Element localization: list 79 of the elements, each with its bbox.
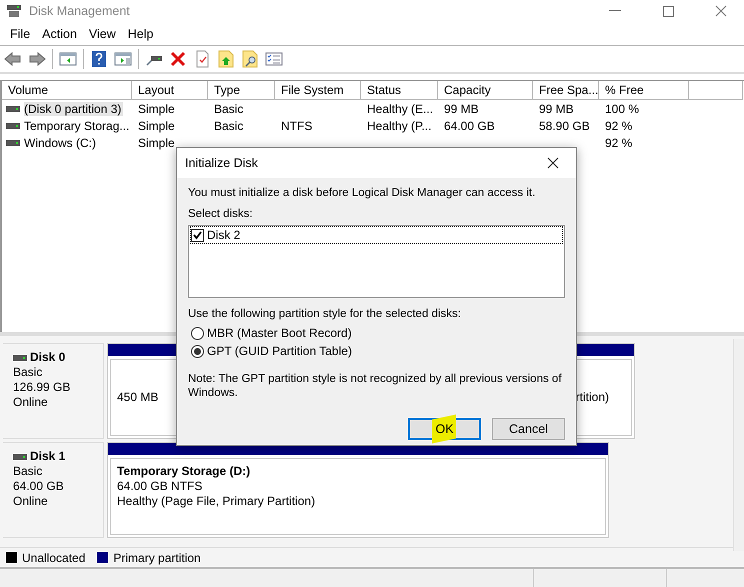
menu-item[interactable]: Help [122,26,160,40]
column-header[interactable]: File System [275,81,361,100]
table-cell-text: Basic [214,118,244,132]
disk-type: Basic [13,464,44,479]
console-tree-icon[interactable] [59,50,77,68]
partition-text: 64.00 GB NTFS [117,479,202,494]
table-cell-text: Healthy (E... [367,102,434,116]
table-cell-text: 92 % [605,118,634,132]
partition-text: Healthy (Page File, Primary Partition) [117,494,316,509]
partition-title: Temporary Storage (D:) [117,464,250,479]
close-icon[interactable] [547,157,559,169]
dialog-title: Initialize Disk [185,156,259,170]
table-cell-text: Healthy (P... [367,118,432,132]
disk-status: Online [13,494,49,509]
disk-name: Disk 0 [30,350,66,365]
style-prompt: Use the following partition style for the selected disks: [188,307,462,321]
table-cell-text: Basic [214,102,244,116]
column-header[interactable]: Type [208,81,275,100]
disk-size: 126.99 GB [13,380,72,395]
menu-item[interactable]: Action [36,26,83,40]
column-header[interactable]: Volume [2,81,132,100]
drive-icon [6,140,20,146]
legend-label: Unallocated [22,550,86,564]
list-label: Select disks: [188,207,254,221]
menu-item[interactable]: File [4,26,36,40]
partition-text: rtition) [576,390,609,405]
table-cell-text: 99 MB [539,102,575,116]
back-arrow-icon[interactable] [4,50,22,68]
table-cell-text: Simple [138,136,176,150]
radio-button[interactable] [191,326,204,340]
legend-label: Primary partition [113,550,201,564]
radio-label[interactable]: GPT (GUID Partition Table) [207,344,352,358]
drive-icon [6,122,20,128]
radio-button[interactable] [191,344,204,358]
folder-up-icon[interactable] [217,50,235,68]
partition-block[interactable]: Temporary Storage (D:) 64.00 GB NTFS Healthy (Page File, Primary Partition) [110,458,606,535]
radio-label[interactable]: MBR (Master Boot Record) [207,326,352,340]
table-cell-text: Temporary Storag... [24,118,130,132]
table-cell-text: 100 % [605,102,640,116]
table-cell-text: Windows (C:) [24,136,98,150]
drive-icon [13,354,27,360]
partition-text: 450 MB [117,390,158,405]
disk-name: Disk 1 [30,449,66,464]
disk-size: 64.00 GB [13,479,65,494]
dialog-note: Note: The GPT partition style is not recognized by all previous versions of Windows. [188,372,563,400]
table-cell-text: 92 % [605,136,634,150]
window-title: Disk Management [29,4,131,18]
disk-list[interactable]: Disk 2 [188,225,565,298]
column-header[interactable]: Status [361,81,438,100]
disk-list-item[interactable]: Disk 2 [191,227,562,243]
dialog-message: You must initialize a disk before Logical Disk Manager can access it. [188,186,536,200]
dialog-button[interactable]: Cancel [492,418,565,440]
table-cell-text: NTFS [281,118,314,132]
maximize-icon[interactable] [662,6,674,16]
table-cell-text: 58.90 GB [539,118,591,132]
column-header[interactable]: Free Spa... [533,81,599,100]
checkbox[interactable] [191,228,204,242]
column-header[interactable]: % Free [599,81,689,100]
disk-list-label: Disk 2 [207,228,240,242]
column-header[interactable]: Capacity [438,81,533,100]
folder-magnifier-icon[interactable] [241,50,259,68]
forward-arrow-icon[interactable] [28,50,46,68]
minimize-icon[interactable] [609,10,621,12]
column-header[interactable]: Layout [132,81,208,100]
disk-management-icon [6,4,22,18]
delete-icon[interactable] [169,50,187,68]
drive-icon [13,454,27,460]
disk-type: Basic [13,365,44,380]
drive-icon [6,106,20,112]
table-cell-text: 99 MB [444,102,480,116]
help-icon[interactable] [90,50,108,68]
disk-status: Online [13,395,49,410]
table-cell-text: Simple [138,102,176,116]
table-cell-text: 64.00 GB [444,118,496,132]
menu-item[interactable]: View [82,26,122,40]
checklist-icon[interactable] [265,50,283,68]
table-cell-text: Simple [138,118,176,132]
table-cell: (Disk 0 partition 3) [24,102,124,116]
action-pane-icon[interactable] [114,50,132,68]
